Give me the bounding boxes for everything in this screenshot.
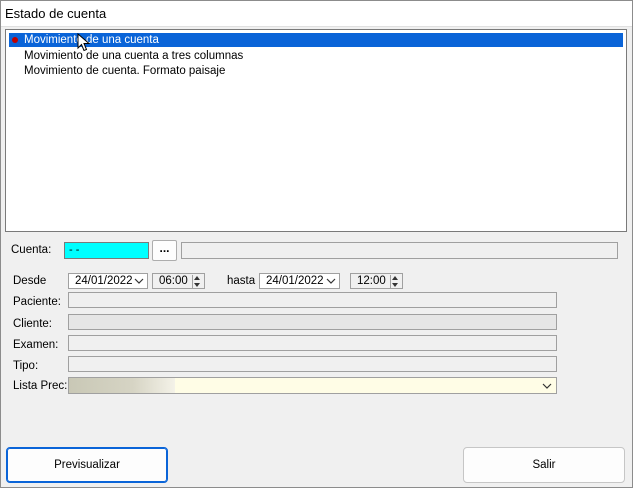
lista-prec-label: Lista Prec:	[13, 380, 68, 392]
tipo-field[interactable]	[68, 356, 557, 372]
exit-button[interactable]: Salir	[463, 447, 625, 483]
report-listbox[interactable]: Movimiento de una cuenta Movimiento de u…	[5, 29, 627, 232]
tipo-label: Tipo:	[13, 360, 39, 372]
hasta-date-picker[interactable]: 24/01/2022	[259, 273, 340, 289]
chevron-down-icon[interactable]	[542, 381, 552, 391]
spin-buttons-icon[interactable]	[390, 275, 400, 288]
list-item-tres-columnas[interactable]: Movimiento de una cuenta a tres columnas	[9, 49, 623, 63]
cliente-label: Cliente:	[13, 318, 52, 330]
lista-prec-selection-highlight	[69, 378, 175, 393]
paciente-label: Paciente:	[13, 296, 61, 308]
examen-field[interactable]	[68, 335, 557, 351]
preview-button[interactable]: Previsualizar	[6, 447, 168, 483]
desde-date-picker[interactable]: 24/01/2022	[68, 273, 148, 289]
desde-time-value: 06:00	[159, 275, 188, 287]
list-item-movimiento-cuenta[interactable]: Movimiento de una cuenta	[9, 33, 623, 47]
desde-date-value: 24/01/2022	[75, 275, 133, 287]
hasta-label: hasta	[227, 275, 256, 287]
hasta-time-value: 12:00	[357, 275, 386, 287]
cliente-field[interactable]	[68, 314, 557, 330]
hasta-time-spinner[interactable]: 12:00	[350, 273, 403, 289]
lista-prec-combobox[interactable]	[68, 377, 557, 394]
desde-label: Desde	[13, 275, 47, 287]
cuenta-lookup-button[interactable]: ...	[152, 240, 177, 261]
selected-bullet-icon	[12, 37, 18, 43]
list-item-label: Movimiento de una cuenta a tres columnas	[24, 50, 244, 62]
cuenta-input[interactable]: - -	[64, 242, 149, 259]
spin-buttons-icon[interactable]	[192, 275, 202, 288]
mouse-cursor-icon	[77, 33, 91, 52]
list-item-formato-paisaje[interactable]: Movimiento de cuenta. Formato paisaje	[9, 64, 623, 78]
desde-time-spinner[interactable]: 06:00	[152, 273, 205, 289]
cuenta-description-field	[181, 242, 618, 259]
paciente-field[interactable]	[68, 292, 557, 308]
hasta-date-value: 24/01/2022	[266, 275, 324, 287]
list-item-label: Movimiento de cuenta. Formato paisaje	[24, 65, 226, 77]
chevron-down-icon	[326, 278, 336, 284]
title-bar: Estado de cuenta	[1, 1, 632, 27]
chevron-down-icon	[134, 278, 144, 284]
window-title: Estado de cuenta	[5, 6, 107, 21]
cuenta-label: Cuenta:	[11, 244, 52, 256]
examen-label: Examen:	[13, 339, 59, 351]
